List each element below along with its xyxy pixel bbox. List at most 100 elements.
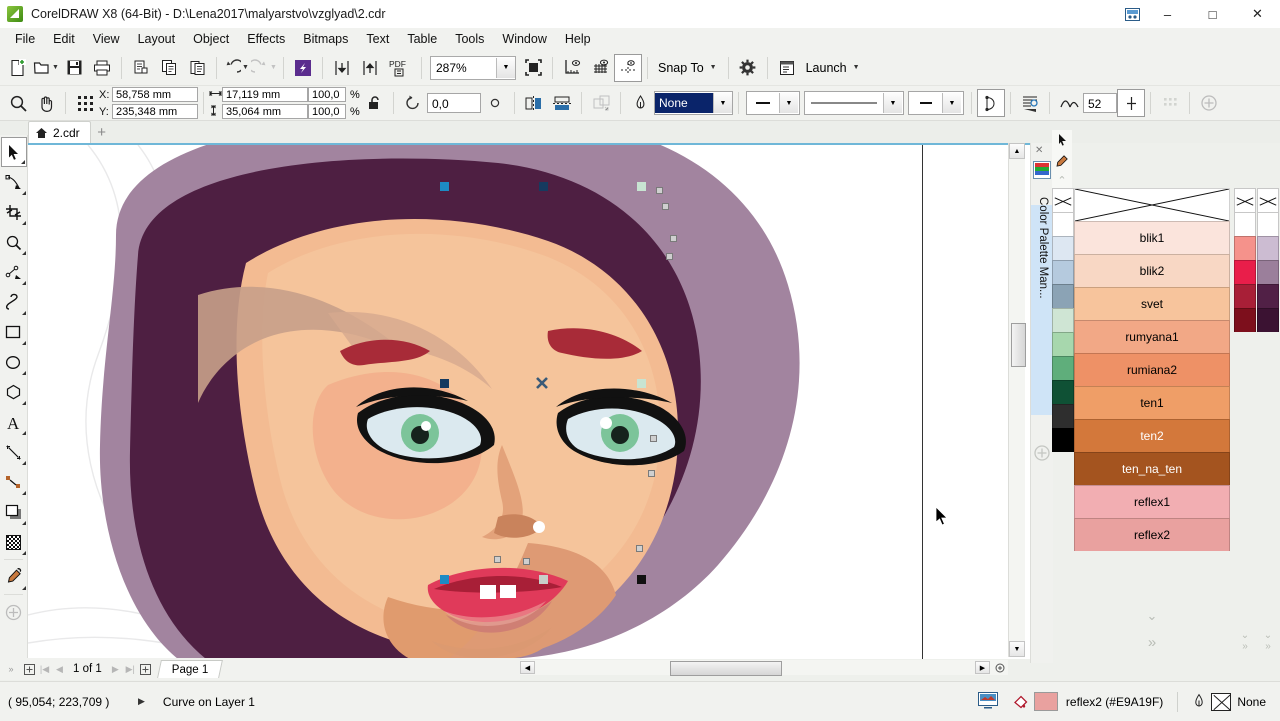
menu-table[interactable]: Table: [398, 29, 446, 49]
text-wrap-options-icon[interactable]: [1017, 90, 1043, 116]
options-gear-icon[interactable]: [735, 55, 761, 81]
menu-object[interactable]: Object: [184, 29, 238, 49]
zoom-fit-icon[interactable]: [993, 661, 1008, 674]
height-field[interactable]: 35,064 mm: [222, 104, 308, 119]
export-pdf-icon[interactable]: PDF: [385, 55, 415, 81]
status-expand-icon[interactable]: ▶: [138, 696, 163, 707]
color-swatch[interactable]: [1234, 188, 1256, 212]
color-palette-manager-docker[interactable]: ✕ Color Palette Man...: [1030, 143, 1053, 663]
curve-node[interactable]: [650, 435, 657, 442]
palette-swatch-blik1[interactable]: blik1: [1074, 221, 1230, 254]
color-swatch[interactable]: [1052, 308, 1074, 332]
palette-swatch-rumiana2[interactable]: rumiana2: [1074, 353, 1230, 386]
chevron-down-icon[interactable]: ▼: [779, 93, 798, 113]
color-swatch[interactable]: [1052, 428, 1074, 452]
menu-bitmaps[interactable]: Bitmaps: [294, 29, 357, 49]
canvas-vertical-scrollbar[interactable]: ▲ ▼: [1008, 143, 1025, 657]
palette-eyedropper-icon[interactable]: [1052, 150, 1072, 172]
text-tool[interactable]: A: [1, 407, 27, 437]
shape-tool[interactable]: [1, 167, 27, 197]
line-style-combo[interactable]: ▼: [746, 91, 800, 115]
previous-page-button[interactable]: ◀: [52, 660, 67, 678]
palette-swatch-ten1[interactable]: ten1: [1074, 386, 1230, 419]
flyout-arrow-icon[interactable]: [22, 551, 26, 555]
menu-help[interactable]: Help: [556, 29, 600, 49]
color-swatch[interactable]: [1257, 308, 1279, 332]
palette-scroll-controls[interactable]: ⌄ »: [1140, 608, 1164, 651]
curve-node[interactable]: [670, 235, 677, 242]
selection-handle[interactable]: [637, 379, 646, 388]
palette-scroll-up-icon[interactable]: ⌃: [1052, 172, 1072, 188]
flyout-arrow-icon[interactable]: [22, 311, 26, 315]
import-icon[interactable]: [329, 55, 355, 81]
object-origin-icon[interactable]: [72, 90, 98, 116]
guidelines-icon[interactable]: [615, 55, 641, 81]
color-swatch[interactable]: [1052, 284, 1074, 308]
snap-to-label[interactable]: Snap To: [653, 61, 709, 75]
color-swatch[interactable]: [1234, 284, 1256, 308]
last-page-button[interactable]: ▶|: [123, 660, 138, 678]
cut-icon[interactable]: [128, 55, 154, 81]
rulers-icon[interactable]: [559, 55, 585, 81]
line-dash-combo[interactable]: ▼: [804, 91, 904, 115]
selection-handle[interactable]: [637, 575, 646, 584]
flyout-arrow-icon[interactable]: [22, 251, 26, 255]
zoom-tool[interactable]: [1, 227, 27, 257]
flyout-arrow-icon[interactable]: [22, 431, 26, 435]
quick-customize-icon[interactable]: [1196, 90, 1222, 116]
flyout-arrow-icon[interactable]: [22, 341, 26, 345]
selection-handle[interactable]: [440, 182, 449, 191]
curve-node[interactable]: [494, 556, 501, 563]
next-page-button[interactable]: ▶: [108, 660, 123, 678]
chevron-down-icon[interactable]: ▼: [713, 93, 732, 113]
print-icon[interactable]: [89, 55, 115, 81]
color-swatch[interactable]: [1234, 260, 1256, 284]
new-document-icon[interactable]: [5, 55, 31, 81]
grid-icon[interactable]: [587, 55, 613, 81]
artistic-media-tool[interactable]: [1, 287, 27, 317]
transparency-tool[interactable]: [1, 527, 27, 557]
custom-color-palette[interactable]: blik1blik2svetrumyana1rumiana2ten1ten2te…: [1074, 188, 1230, 551]
scale-x-field[interactable]: 100,0: [308, 87, 346, 102]
rotate-anchor-icon[interactable]: [482, 90, 508, 116]
node-spinner-icon[interactable]: [1118, 90, 1144, 116]
outline-pen-icon[interactable]: [627, 90, 653, 116]
color-swatch[interactable]: [1052, 260, 1074, 284]
launch-icon[interactable]: [774, 55, 800, 81]
menu-effects[interactable]: Effects: [238, 29, 294, 49]
flyout-arrow-icon[interactable]: [22, 521, 26, 525]
selection-handle[interactable]: [539, 182, 548, 191]
chevron-down-icon[interactable]: ▼: [496, 58, 515, 78]
zoom-tool-icon[interactable]: [5, 90, 31, 116]
zoom-level-combo[interactable]: ▼: [430, 56, 516, 80]
artwork-vector-portrait[interactable]: [28, 145, 1030, 659]
menu-edit[interactable]: Edit: [44, 29, 84, 49]
curve-node[interactable]: [656, 187, 663, 194]
color-swatch[interactable]: [1257, 236, 1279, 260]
palette-swatch-ten_na_ten[interactable]: ten_na_ten: [1074, 452, 1230, 485]
chevron-down-icon[interactable]: ▼: [710, 64, 717, 71]
scroll-right-icon[interactable]: ▶: [975, 661, 990, 674]
color-swatch[interactable]: [1052, 356, 1074, 380]
menu-window[interactable]: Window: [493, 29, 555, 49]
curve-node[interactable]: [636, 545, 643, 552]
paste-icon[interactable]: [184, 55, 210, 81]
palette-scroll-down-icon[interactable]: ⌄: [1147, 608, 1158, 624]
zoom-level-input[interactable]: [431, 57, 496, 79]
flyout-arrow-icon[interactable]: [22, 491, 26, 495]
scale-y-field[interactable]: 100,0: [308, 104, 346, 119]
palette-swatch-blik2[interactable]: blik2: [1074, 254, 1230, 287]
new-tab-button[interactable]: +: [91, 122, 113, 143]
curve-node[interactable]: [666, 253, 673, 260]
palette-mini-column[interactable]: [1052, 188, 1074, 452]
selection-handle[interactable]: [440, 379, 449, 388]
pick-tool[interactable]: [1, 137, 27, 167]
color-swatch[interactable]: [1052, 188, 1074, 212]
flyout-arrow-icon[interactable]: [22, 461, 26, 465]
color-swatch[interactable]: [1052, 380, 1074, 404]
node-count-field[interactable]: 52: [1083, 93, 1117, 113]
chevron-down-icon[interactable]: ▼: [883, 93, 902, 113]
mirror-horizontal-icon[interactable]: [521, 90, 547, 116]
flyout-arrow-icon[interactable]: [22, 586, 26, 590]
flyout-arrow-icon[interactable]: [22, 401, 26, 405]
